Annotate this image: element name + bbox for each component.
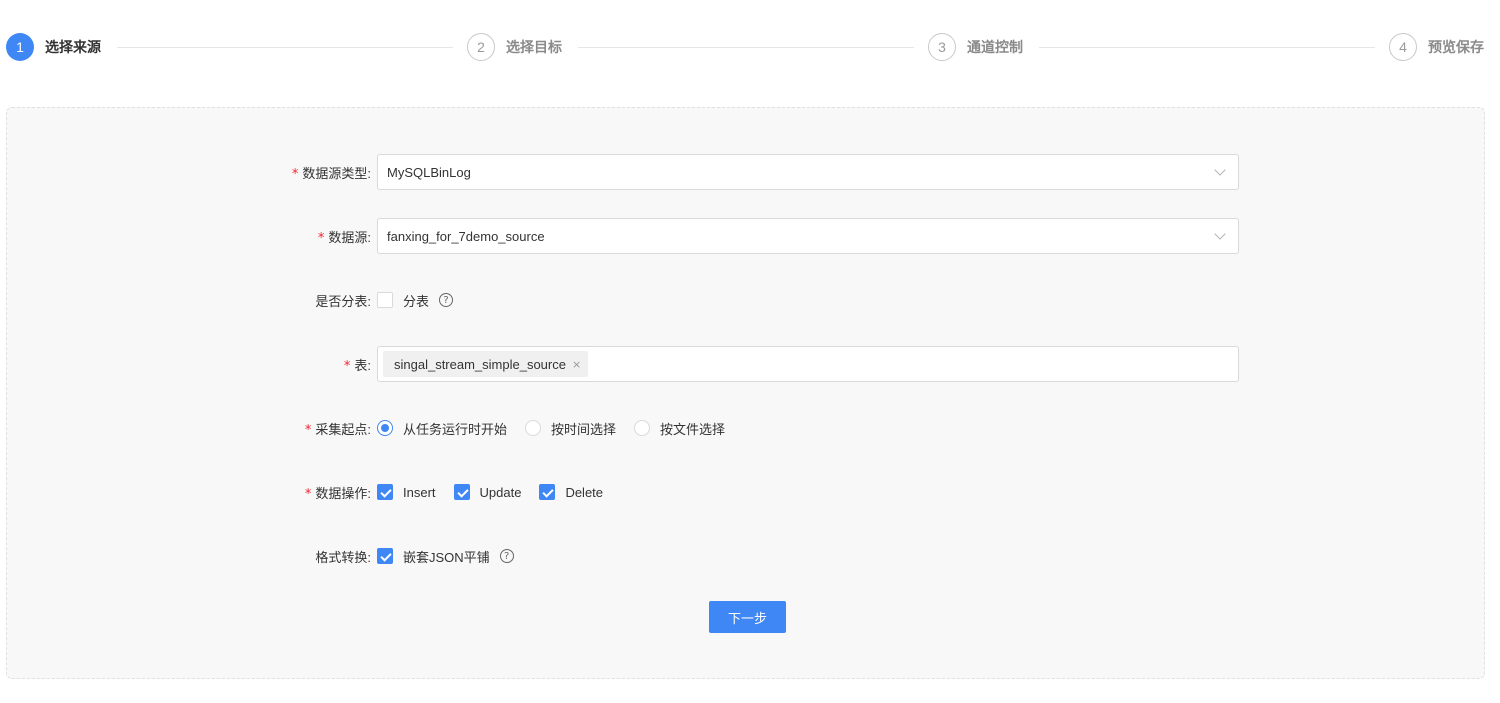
format-checkbox-option[interactable]: 嵌套JSON平铺 ? xyxy=(377,547,514,566)
step-connector xyxy=(117,46,453,48)
table-label-text: 表: xyxy=(354,357,371,373)
step-connector xyxy=(1039,46,1375,48)
table-tag: singal_stream_simple_source × xyxy=(383,351,589,377)
step-connector xyxy=(578,46,914,48)
checkbox-option-update[interactable]: Update xyxy=(453,484,522,500)
required-mark: * xyxy=(304,486,312,502)
operations-checkbox-group: Insert Update Delete xyxy=(377,484,621,500)
checkbox-update[interactable] xyxy=(453,484,470,500)
step-1-title: 选择来源 xyxy=(45,39,101,55)
table-multi-select[interactable]: singal_stream_simple_source × xyxy=(377,346,1239,382)
checkbox-insert[interactable] xyxy=(377,484,393,500)
table-label: * 表: xyxy=(7,355,377,374)
operations-label: * 数据操作: xyxy=(7,483,377,502)
source-type-label: * 数据源类型: xyxy=(7,163,377,182)
checkbox-insert-label: Insert xyxy=(403,484,436,500)
required-mark: * xyxy=(317,230,325,246)
checkbox-option-delete[interactable]: Delete xyxy=(539,484,603,500)
step-1-number: 1 xyxy=(6,33,34,61)
sharding-checkbox[interactable] xyxy=(377,292,393,308)
step-2-title: 选择目标 xyxy=(506,39,562,55)
form-row-source-type: * 数据源类型: MySQLBinLog xyxy=(7,154,1484,190)
help-icon[interactable]: ? xyxy=(499,549,514,563)
sharding-checkbox-option[interactable]: 分表 ? xyxy=(377,291,454,310)
radio-option-task-start[interactable]: 从任务运行时开始 xyxy=(377,419,507,438)
help-icon[interactable]: ? xyxy=(439,293,454,307)
form-row-operations: * 数据操作: Insert Update Delete xyxy=(7,474,1484,510)
radio-option-by-file[interactable]: 按文件选择 xyxy=(634,419,725,438)
step-4-number: 4 xyxy=(1389,33,1417,61)
start-point-label-text: 采集起点: xyxy=(315,421,371,437)
required-mark: * xyxy=(304,422,312,438)
sharding-label: 是否分表: xyxy=(315,293,371,309)
close-icon[interactable]: × xyxy=(572,358,581,371)
form-row-sharding: 是否分表: 分表 ? xyxy=(7,282,1484,318)
source-label: * 数据源: xyxy=(7,227,377,246)
source-label-text: 数据源: xyxy=(328,229,371,245)
next-step-button[interactable]: 下一步 xyxy=(709,601,786,633)
radio-task-start[interactable] xyxy=(377,420,393,436)
required-mark: * xyxy=(291,166,299,182)
checkbox-update-label: Update xyxy=(479,484,522,500)
form-row-format: 格式转换: 嵌套JSON平铺 ? xyxy=(7,538,1484,574)
start-point-label: * 采集起点: xyxy=(7,419,377,438)
step-4[interactable]: 4 预览保存 xyxy=(1389,33,1484,61)
radio-option-by-time[interactable]: 按时间选择 xyxy=(525,419,616,438)
source-type-value: MySQLBinLog xyxy=(387,164,471,180)
step-2-number: 2 xyxy=(467,33,495,61)
chevron-down-icon xyxy=(1214,163,1226,176)
start-point-radio-group: 从任务运行时开始 按时间选择 按文件选择 xyxy=(377,419,743,438)
required-mark: * xyxy=(343,358,351,374)
source-type-select[interactable]: MySQLBinLog xyxy=(377,154,1239,190)
format-checkbox[interactable] xyxy=(377,548,393,564)
step-4-title: 预览保存 xyxy=(1428,39,1484,55)
radio-by-time[interactable] xyxy=(525,420,542,436)
checkbox-option-insert[interactable]: Insert xyxy=(377,484,436,500)
step-3-title: 通道控制 xyxy=(967,39,1023,55)
source-value: fanxing_for_7demo_source xyxy=(387,228,545,244)
form-row-start-point: * 采集起点: 从任务运行时开始 按时间选择 按文件选择 xyxy=(7,410,1484,446)
step-2[interactable]: 2 选择目标 xyxy=(467,33,562,61)
chevron-down-icon xyxy=(1214,227,1226,240)
radio-by-file[interactable] xyxy=(634,420,651,436)
step-1[interactable]: 1 选择来源 xyxy=(6,33,101,61)
source-select[interactable]: fanxing_for_7demo_source xyxy=(377,218,1239,254)
sharding-option-label: 分表 xyxy=(403,293,430,309)
source-type-label-text: 数据源类型: xyxy=(302,165,371,181)
form-row-source: * 数据源: fanxing_for_7demo_source xyxy=(7,218,1484,254)
source-form-card: * 数据源类型: MySQLBinLog * 数据源: fanxing_for_7d… xyxy=(6,107,1485,679)
checkbox-delete[interactable] xyxy=(539,484,556,500)
radio-by-time-label: 按时间选择 xyxy=(551,421,617,437)
checkbox-delete-label: Delete xyxy=(565,484,604,500)
operations-label-text: 数据操作: xyxy=(315,485,371,501)
format-label: 格式转换: xyxy=(315,549,371,565)
steps-bar: 1 选择来源 2 选择目标 3 通道控制 4 预览保存 xyxy=(6,33,1484,61)
radio-task-start-label: 从任务运行时开始 xyxy=(403,421,508,437)
radio-by-file-label: 按文件选择 xyxy=(660,421,726,437)
step-3-number: 3 xyxy=(928,33,956,61)
format-option-label: 嵌套JSON平铺 xyxy=(403,549,490,565)
table-tag-label: singal_stream_simple_source xyxy=(394,356,566,372)
step-3[interactable]: 3 通道控制 xyxy=(928,33,1023,61)
form-row-table: * 表: singal_stream_simple_source × xyxy=(7,346,1484,382)
